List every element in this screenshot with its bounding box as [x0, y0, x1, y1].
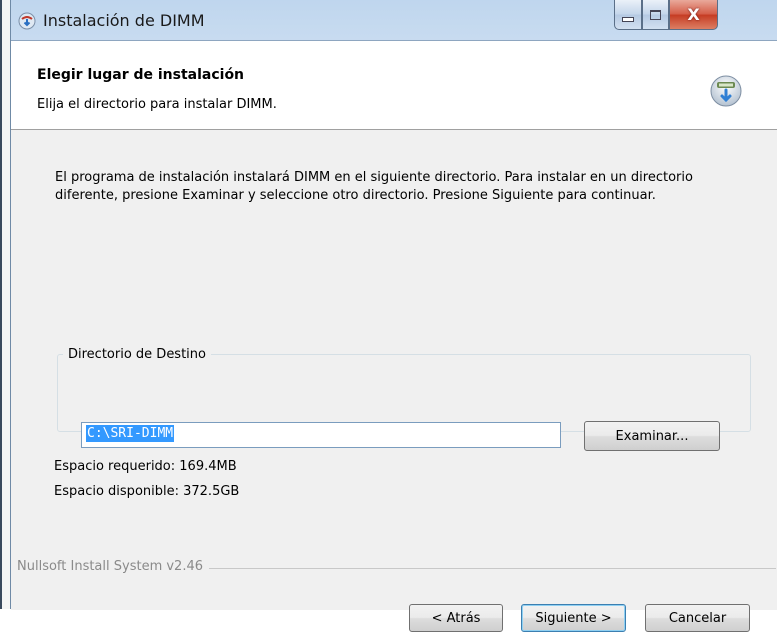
destination-path-input[interactable]: C:\SRI-DIMM [81, 422, 561, 448]
space-available: Espacio disponible: 372.5GB [54, 484, 240, 499]
minimize-button[interactable] [614, 0, 642, 30]
installer-icon [18, 12, 36, 30]
browse-button[interactable]: Examinar... [584, 421, 720, 451]
destination-path-value: C:\SRI-DIMM [86, 425, 175, 442]
instructions-text: El programa de instalación instalará DIM… [55, 170, 693, 203]
dialog-client-area: Elegir lugar de instalación Elija el dir… [11, 40, 777, 632]
title-bar[interactable]: Instalación de DIMM X [11, 0, 777, 40]
destination-group-label: Directorio de Destino [63, 347, 211, 362]
nsis-install-icon [709, 74, 743, 108]
space-required: Espacio requerido: 169.4MB [54, 459, 237, 474]
dialog-header: Elegir lugar de instalación Elija el dir… [11, 41, 777, 130]
installer-window: Instalación de DIMM X Elegir lugar de in… [10, 0, 777, 632]
close-icon: X [687, 5, 700, 24]
maximize-icon [650, 9, 661, 20]
back-button[interactable]: < Atrás [409, 604, 503, 632]
next-button[interactable]: Siguiente > [521, 604, 626, 632]
page-subtitle: Elija el directorio para instalar DIMM. [37, 97, 277, 112]
page-title: Elegir lugar de instalación [37, 67, 245, 83]
nsis-brand-label: Nullsoft Install System v2.46 [17, 559, 210, 574]
cancel-button[interactable]: Cancelar [645, 604, 750, 632]
window-title: Instalación de DIMM [43, 11, 205, 30]
maximize-button[interactable] [642, 0, 669, 30]
minimize-icon [622, 17, 634, 22]
close-button[interactable]: X [669, 0, 718, 30]
background-strip [0, 0, 10, 609]
